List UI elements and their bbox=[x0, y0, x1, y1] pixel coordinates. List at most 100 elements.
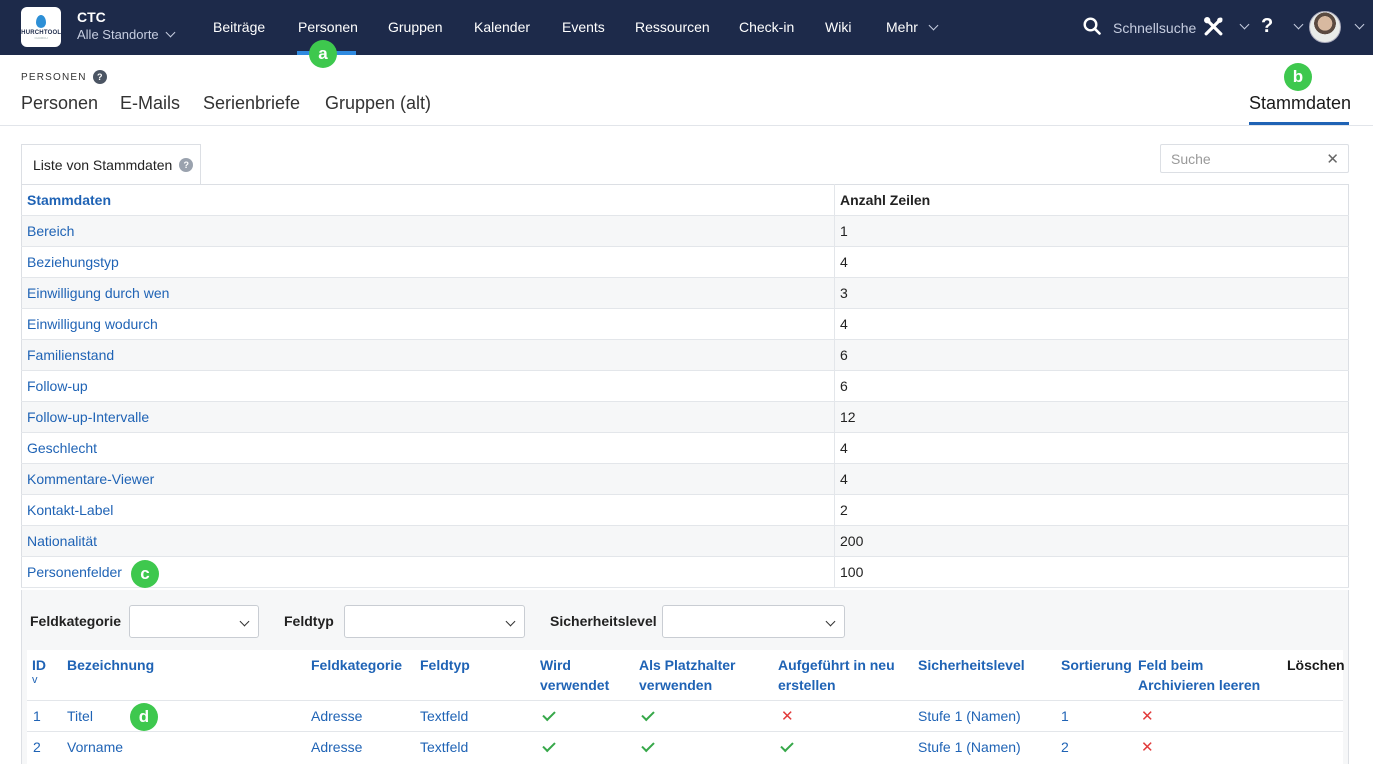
field-security-level[interactable]: Stufe 1 (Namen) bbox=[918, 708, 1021, 724]
nav-mehr-label: Mehr bbox=[886, 19, 918, 35]
column-header-feldtyp[interactable]: Feldtyp bbox=[420, 655, 470, 675]
stammdaten-name-cell: Follow-up-Intervalle bbox=[21, 401, 835, 433]
stammdaten-link[interactable]: Einwilligung wodurch bbox=[27, 316, 158, 332]
table-row[interactable]: Nationalität 200 bbox=[21, 525, 1349, 557]
app-logo[interactable]: CHURCHTOOLS CHURCH bbox=[17, 7, 65, 47]
nav-wiki[interactable]: Wiki bbox=[825, 19, 851, 35]
section-label-text: PERSONEN bbox=[21, 71, 87, 83]
column-header-feldkategorie[interactable]: Feldkategorie bbox=[311, 655, 402, 675]
org-switcher[interactable]: CTC Alle Standorte bbox=[77, 9, 176, 42]
stammdaten-link[interactable]: Personenfelder bbox=[27, 564, 122, 580]
feldkategorie-select[interactable] bbox=[129, 605, 259, 638]
column-header-bezeichnung[interactable]: Bezeichnung bbox=[67, 655, 154, 675]
column-header-loeschen: Löschen bbox=[1287, 657, 1345, 673]
table-row[interactable]: Familienstand 6 bbox=[21, 339, 1349, 371]
field-sort-order[interactable]: 2 bbox=[1061, 739, 1069, 755]
table-row[interactable]: Personenfelder 100 bbox=[21, 556, 1349, 588]
nav-kalender[interactable]: Kalender bbox=[474, 19, 530, 35]
table-row[interactable]: Kontakt-Label 2 bbox=[21, 494, 1349, 526]
chevron-down-icon[interactable] bbox=[1293, 19, 1304, 30]
tab-emails[interactable]: E-Mails bbox=[120, 93, 180, 114]
quick-search[interactable]: Schnellsuche bbox=[1113, 20, 1196, 36]
location-selector[interactable]: Alle Standorte bbox=[77, 27, 176, 42]
cross-icon[interactable]: ✕ bbox=[781, 707, 794, 725]
column-header-sicherheitslevel[interactable]: Sicherheitslevel bbox=[918, 655, 1025, 675]
nav-checkin[interactable]: Check-in bbox=[739, 19, 794, 35]
column-header-archivieren[interactable]: Feld beim Archivieren leeren bbox=[1138, 655, 1283, 695]
table-row[interactable]: Bereich 1 bbox=[21, 215, 1349, 247]
avatar[interactable] bbox=[1309, 11, 1341, 43]
table-row[interactable]: Beziehungstyp 4 bbox=[21, 246, 1349, 278]
logo-drop-icon bbox=[36, 14, 46, 28]
nav-gruppen[interactable]: Gruppen bbox=[388, 19, 442, 35]
anzahl-zeilen-cell: 100 bbox=[834, 556, 1349, 588]
stammdaten-name-cell: Einwilligung durch wen bbox=[21, 277, 835, 309]
annotation-badge-c: c bbox=[131, 560, 159, 588]
column-header-stammdaten[interactable]: Stammdaten bbox=[21, 184, 835, 216]
table-row[interactable]: Einwilligung durch wen 3 bbox=[21, 277, 1349, 309]
stammdaten-name-cell: Geschlecht bbox=[21, 432, 835, 464]
column-header-neu-erstellen[interactable]: Aufgeführt in neu erstellen bbox=[778, 655, 903, 695]
stammdaten-name-cell: Nationalität bbox=[21, 525, 835, 557]
panel-tab-stammdaten[interactable]: Liste von Stammdaten ? bbox=[21, 144, 201, 185]
nav-events[interactable]: Events bbox=[562, 19, 605, 35]
anzahl-zeilen-cell: 12 bbox=[834, 401, 1349, 433]
feldtyp-select[interactable] bbox=[344, 605, 525, 638]
nav-mehr[interactable]: Mehr bbox=[886, 19, 939, 35]
tab-personen[interactable]: Personen bbox=[21, 93, 98, 114]
nav-ressourcen[interactable]: Ressourcen bbox=[635, 19, 710, 35]
field-id[interactable]: 2 bbox=[33, 739, 41, 755]
stammdaten-link[interactable]: Follow-up bbox=[27, 378, 88, 394]
help-icon[interactable]: ? bbox=[92, 70, 107, 84]
help-icon[interactable]: ? bbox=[1261, 15, 1273, 38]
field-id[interactable]: 1 bbox=[33, 708, 41, 724]
table-row[interactable]: Einwilligung wodurch 4 bbox=[21, 308, 1349, 340]
tab-serienbriefe[interactable]: Serienbriefe bbox=[203, 93, 300, 114]
help-icon[interactable]: ? bbox=[179, 158, 194, 172]
field-name-link[interactable]: Vorname bbox=[67, 739, 123, 755]
anzahl-zeilen-cell: 4 bbox=[834, 432, 1349, 464]
chevron-down-icon[interactable] bbox=[1354, 19, 1365, 30]
stammdaten-link[interactable]: Familienstand bbox=[27, 347, 114, 363]
field-name-link[interactable]: Titel bbox=[67, 708, 93, 724]
stammdaten-link[interactable]: Kontakt-Label bbox=[27, 502, 113, 518]
stammdaten-name-cell: Familienstand bbox=[21, 339, 835, 371]
table-row[interactable]: Kommentare-Viewer 4 bbox=[21, 463, 1349, 495]
stammdaten-link[interactable]: Beziehungstyp bbox=[27, 254, 119, 270]
field-category[interactable]: Adresse bbox=[311, 739, 362, 755]
tab-stammdaten[interactable]: Stammdaten bbox=[1249, 93, 1351, 114]
panel-tab-label: Liste von Stammdaten bbox=[33, 157, 173, 173]
column-header-id[interactable]: ID v bbox=[32, 655, 46, 686]
tab-gruppen-alt[interactable]: Gruppen (alt) bbox=[325, 93, 431, 114]
nav-beitraege[interactable]: Beiträge bbox=[213, 19, 265, 35]
nav-personen[interactable]: Personen bbox=[298, 19, 358, 35]
cross-icon[interactable]: ✕ bbox=[1141, 707, 1154, 725]
clear-icon[interactable]: ✕ bbox=[1326, 150, 1339, 168]
stammdaten-name-cell: Kommentare-Viewer bbox=[21, 463, 835, 495]
chevron-down-icon[interactable] bbox=[1239, 19, 1250, 30]
table-row[interactable]: Follow-up 6 bbox=[21, 370, 1349, 402]
table-row[interactable]: Geschlecht 4 bbox=[21, 432, 1349, 464]
sicherheitslevel-select[interactable] bbox=[662, 605, 845, 638]
tools-icon[interactable] bbox=[1203, 16, 1224, 37]
stammdaten-link[interactable]: Einwilligung durch wen bbox=[27, 285, 169, 301]
cross-icon[interactable]: ✕ bbox=[1141, 738, 1154, 756]
stammdaten-link[interactable]: Follow-up-Intervalle bbox=[27, 409, 149, 425]
field-security-level[interactable]: Stufe 1 (Namen) bbox=[918, 739, 1021, 755]
field-category[interactable]: Adresse bbox=[311, 708, 362, 724]
stammdaten-link[interactable]: Geschlecht bbox=[27, 440, 97, 456]
search-input[interactable]: Suche ✕ bbox=[1160, 144, 1349, 173]
stammdaten-link[interactable]: Bereich bbox=[27, 223, 74, 239]
field-type[interactable]: Textfeld bbox=[420, 708, 468, 724]
filter-label-feldtyp: Feldtyp bbox=[284, 613, 334, 629]
column-header-sortierung[interactable]: Sortierung bbox=[1061, 655, 1132, 675]
field-sort-order[interactable]: 1 bbox=[1061, 708, 1069, 724]
chevron-down-icon bbox=[928, 20, 939, 31]
table-row[interactable]: Follow-up-Intervalle 12 bbox=[21, 401, 1349, 433]
field-type[interactable]: Textfeld bbox=[420, 739, 468, 755]
stammdaten-link[interactable]: Nationalität bbox=[27, 533, 97, 549]
column-header-platzhalter[interactable]: Als Platzhalter verwenden bbox=[639, 655, 749, 695]
search-icon[interactable] bbox=[1083, 17, 1101, 35]
stammdaten-link[interactable]: Kommentare-Viewer bbox=[27, 471, 154, 487]
column-header-verwendet[interactable]: Wird verwendet bbox=[540, 655, 620, 695]
